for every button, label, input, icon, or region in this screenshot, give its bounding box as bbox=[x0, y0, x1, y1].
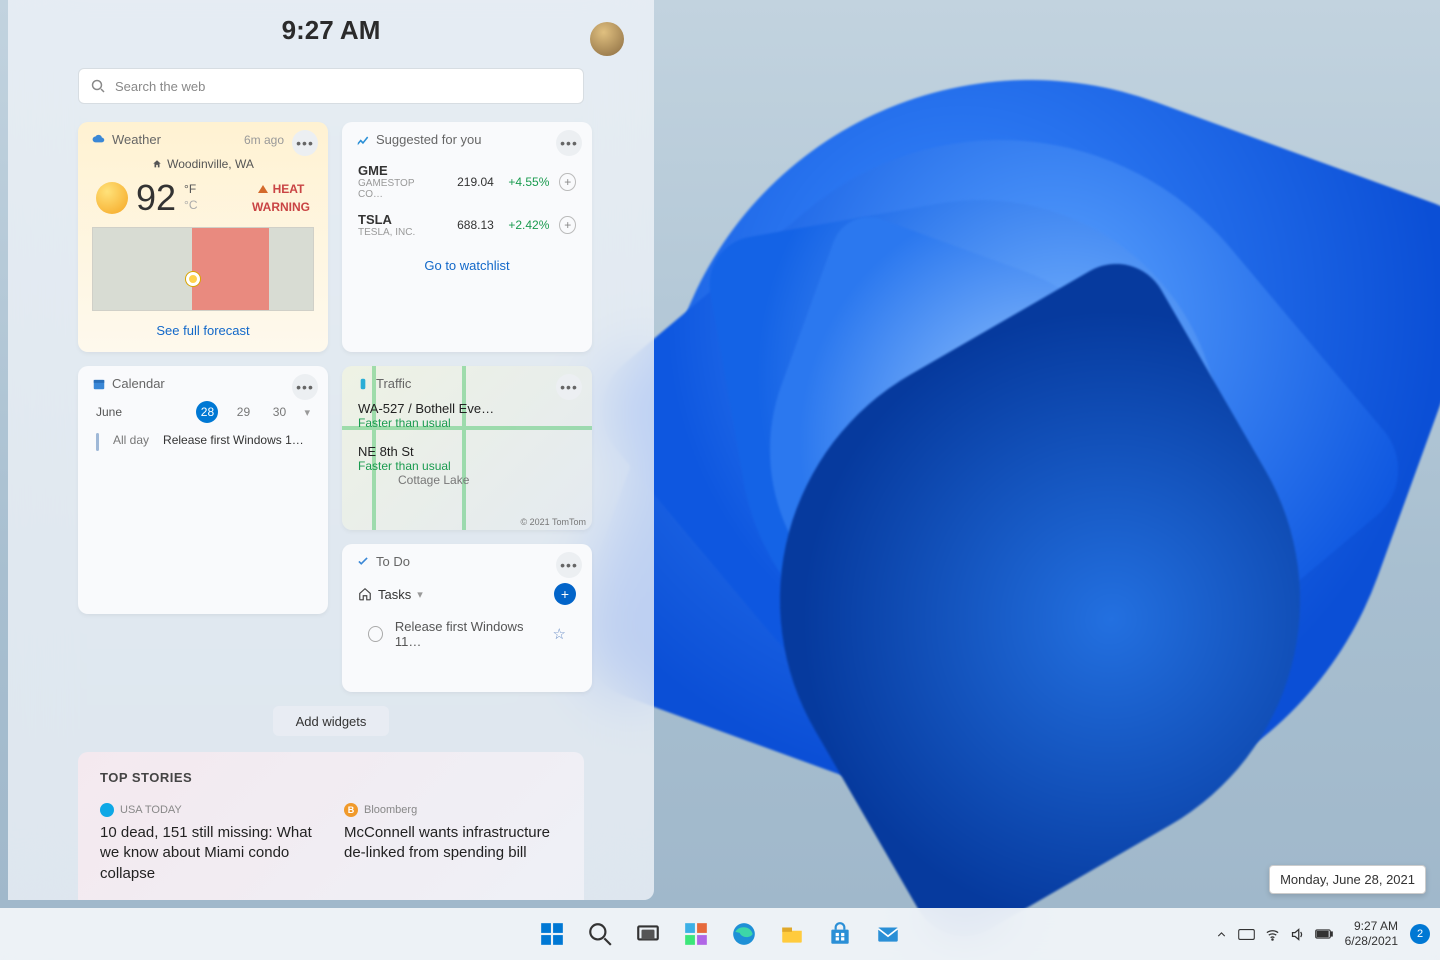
widgets-panel: 9:27 AM Search the web Weather 6m ago ••… bbox=[8, 0, 654, 900]
traffic-icon bbox=[356, 377, 370, 391]
widgets-clock: 9:27 AM bbox=[282, 15, 381, 46]
source-badge bbox=[100, 803, 114, 817]
taskbar-clock[interactable]: 9:27 AM 6/28/2021 bbox=[1345, 919, 1398, 949]
task-item[interactable]: Release first Windows 11… ☆ bbox=[342, 609, 592, 659]
taskbar-search-button[interactable] bbox=[581, 915, 619, 953]
widgets-button[interactable] bbox=[677, 915, 715, 953]
home-icon bbox=[358, 587, 372, 601]
profile-avatar[interactable] bbox=[590, 22, 624, 56]
weather-updated: 6m ago bbox=[244, 133, 284, 147]
task-checkbox[interactable] bbox=[368, 626, 383, 642]
battery-icon[interactable] bbox=[1315, 928, 1333, 940]
search-icon bbox=[91, 79, 105, 93]
home-icon bbox=[152, 159, 162, 169]
traffic-route: WA-527 / Bothell Eve… bbox=[358, 401, 576, 416]
wifi-icon[interactable] bbox=[1265, 927, 1280, 942]
weather-alert: HEAT WARNING bbox=[252, 182, 310, 214]
bloom-graphic bbox=[620, 40, 1440, 860]
date-tooltip: Monday, June 28, 2021 bbox=[1269, 865, 1426, 894]
file-explorer-button[interactable] bbox=[773, 915, 811, 953]
search-placeholder: Search the web bbox=[115, 79, 205, 94]
search-input[interactable]: Search the web bbox=[78, 68, 584, 104]
traffic-route: NE 8th St bbox=[358, 444, 576, 459]
top-stories-widget[interactable]: TOP STORIES USA TODAY 10 dead, 151 still… bbox=[78, 752, 584, 900]
calendar-day[interactable]: 30 bbox=[268, 405, 290, 419]
weather-more-button[interactable]: ••• bbox=[292, 130, 318, 156]
map-pin-icon bbox=[186, 272, 200, 286]
map-attribution: © 2021 TomTom bbox=[521, 517, 587, 527]
calendar-day-selected[interactable]: 28 bbox=[196, 401, 218, 423]
weather-icon bbox=[92, 133, 106, 147]
sun-icon bbox=[96, 182, 128, 214]
event-indicator bbox=[96, 433, 99, 451]
edge-button[interactable] bbox=[725, 915, 763, 953]
calendar-month: June bbox=[96, 405, 122, 419]
keyboard-icon[interactable] bbox=[1238, 928, 1255, 941]
weather-location: Woodinville, WA bbox=[78, 157, 328, 171]
star-icon[interactable]: ☆ bbox=[553, 625, 566, 643]
calendar-more-button[interactable]: ••• bbox=[292, 374, 318, 400]
notifications-badge[interactable]: 2 bbox=[1410, 924, 1430, 944]
traffic-widget[interactable]: Traffic ••• WA-527 / Bothell Eve… Faster… bbox=[342, 366, 592, 530]
calendar-day[interactable]: 29 bbox=[232, 405, 254, 419]
calendar-event-row[interactable]: All day Release first Windows 1… bbox=[78, 423, 328, 461]
chevron-up-icon[interactable] bbox=[1215, 928, 1228, 941]
add-stock-button[interactable]: + bbox=[559, 173, 576, 191]
system-tray[interactable] bbox=[1215, 927, 1333, 942]
taskbar: 9:27 AM 6/28/2021 2 bbox=[0, 908, 1440, 960]
stocks-widget[interactable]: Suggested for you ••• GMEGAMESTOP CO… 21… bbox=[342, 122, 592, 352]
weather-units[interactable]: °F°C bbox=[184, 182, 197, 213]
taskbar-center bbox=[533, 915, 907, 953]
stocks-icon bbox=[356, 133, 370, 147]
news-item[interactable]: BBloomberg McConnell wants infrastructur… bbox=[344, 803, 562, 884]
widgets-header: 9:27 AM bbox=[8, 0, 654, 60]
add-widgets-button[interactable]: Add widgets bbox=[273, 706, 389, 736]
top-stories-title: TOP STORIES bbox=[100, 770, 562, 785]
traffic-status: Faster than usual bbox=[358, 459, 576, 473]
source-badge: B bbox=[344, 803, 358, 817]
stocks-more-button[interactable]: ••• bbox=[556, 130, 582, 156]
watchlist-link[interactable]: Go to watchlist bbox=[342, 244, 592, 287]
stock-row[interactable]: TSLATESLA, INC. 688.13 +2.42% + bbox=[342, 206, 592, 244]
start-button[interactable] bbox=[533, 915, 571, 953]
traffic-status: Faster than usual bbox=[358, 416, 576, 430]
mail-button[interactable] bbox=[869, 915, 907, 953]
calendar-widget[interactable]: Calendar ••• June 28 29 30 ▾ All day Rel… bbox=[78, 366, 328, 614]
todo-icon bbox=[356, 555, 370, 569]
todo-widget[interactable]: To Do ••• Tasks ▾ + Release first Window… bbox=[342, 544, 592, 692]
task-view-button[interactable] bbox=[629, 915, 667, 953]
store-button[interactable] bbox=[821, 915, 859, 953]
forecast-link[interactable]: See full forecast bbox=[78, 311, 328, 352]
chevron-down-icon: ▾ bbox=[417, 588, 423, 601]
add-task-button[interactable]: + bbox=[554, 583, 576, 605]
calendar-icon bbox=[92, 377, 106, 391]
weather-widget[interactable]: Weather 6m ago ••• Woodinville, WA 92 °F… bbox=[78, 122, 328, 352]
weather-temperature: 92 bbox=[136, 177, 176, 219]
todo-more-button[interactable]: ••• bbox=[556, 552, 582, 578]
warning-icon bbox=[258, 185, 268, 193]
add-stock-button[interactable]: + bbox=[559, 216, 576, 234]
chevron-down-icon[interactable]: ▾ bbox=[304, 406, 310, 419]
volume-icon[interactable] bbox=[1290, 927, 1305, 942]
news-item[interactable]: USA TODAY 10 dead, 151 still missing: Wh… bbox=[100, 803, 318, 884]
stock-row[interactable]: GMEGAMESTOP CO… 219.04 +4.55% + bbox=[342, 157, 592, 206]
task-list-selector[interactable]: Tasks ▾ bbox=[358, 587, 423, 602]
weather-map[interactable] bbox=[92, 227, 314, 311]
